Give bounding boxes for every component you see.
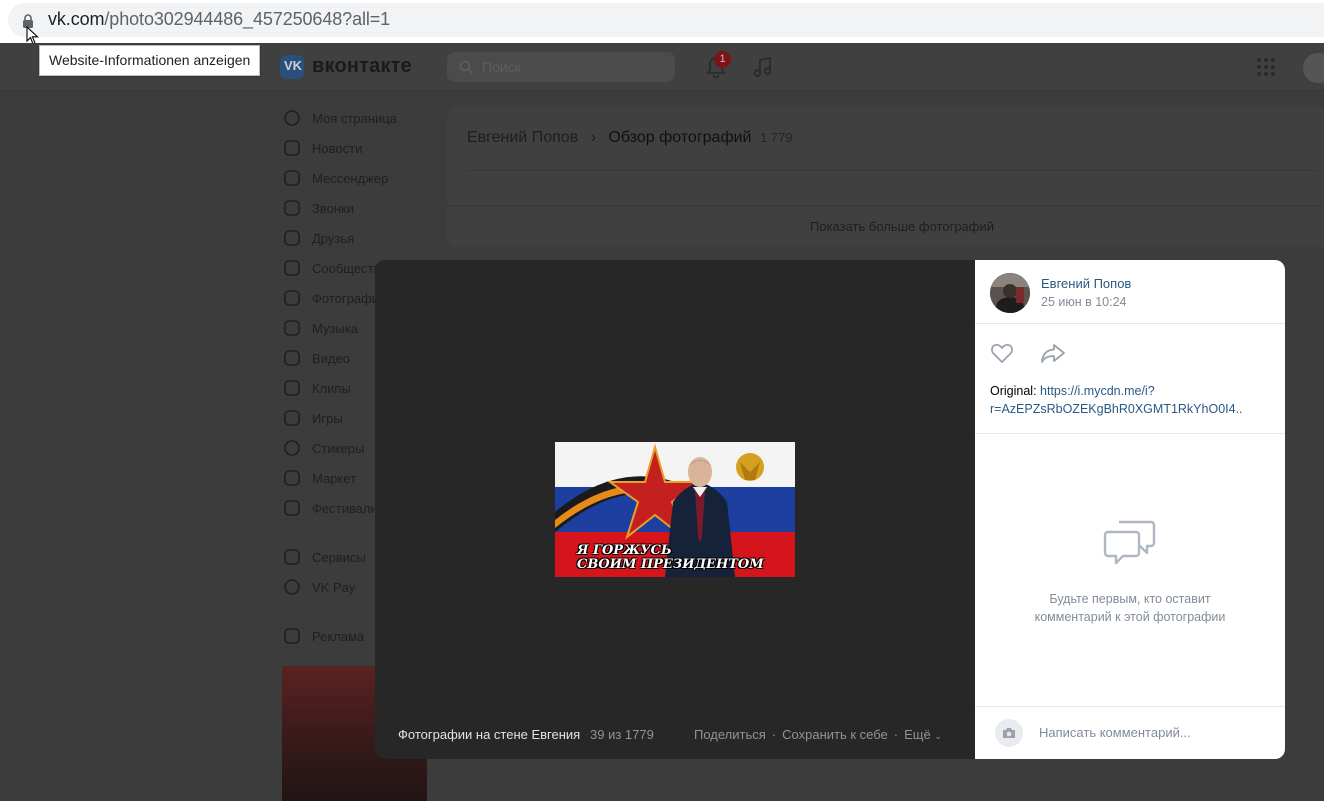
viewer-actions: Поделиться · Сохранить к себе · Ещё ⌄ <box>694 727 942 742</box>
photo-caption: Я ГОРЖУСЬ СВОИМ ПРЕЗИДЕНТОМ <box>577 544 764 572</box>
megaphone-icon <box>284 628 300 644</box>
phone-icon <box>284 200 300 216</box>
vk-logo-icon[interactable]: VK <box>280 55 304 79</box>
nav-item-label: Стикеры <box>312 441 365 456</box>
author-avatar-image <box>990 273 1030 313</box>
album-title[interactable]: Фотографии на стене Евгения <box>398 727 580 742</box>
save-button[interactable]: Сохранить к себе <box>782 727 888 742</box>
url-domain: vk.com <box>48 9 105 29</box>
music-icon <box>284 320 300 336</box>
author-name[interactable]: Евгений Попов <box>1041 276 1131 291</box>
breadcrumb: Евгений Попов › Обзор фотографий 1 779 <box>467 129 793 147</box>
heart-icon[interactable] <box>990 342 1014 364</box>
comments-empty-icon <box>1103 520 1156 565</box>
nav-item-label: Новости <box>312 141 363 156</box>
share-button[interactable]: Поделиться <box>694 727 766 742</box>
original-link[interactable]: https://i.mycdn.me/i? <box>1040 384 1155 398</box>
photo-viewer: Я ГОРЖУСЬ СВОИМ ПРЕЗИДЕНТОМ Фотографии н… <box>375 260 975 759</box>
apps-grid-icon[interactable] <box>1256 57 1276 77</box>
nav-item-4[interactable]: Друзья <box>282 223 442 253</box>
no-comments-line1: Будьте первым, кто оставит <box>1049 592 1211 606</box>
nav-item-label: Реклама <box>312 629 365 644</box>
ruble-icon <box>284 579 300 595</box>
no-comments-text: Будьте первым, кто оставит комментарий к… <box>975 590 1285 626</box>
grid-icon <box>284 549 300 565</box>
photo-count: 1 779 <box>759 130 793 145</box>
nav-item-label: Сервисы <box>312 550 366 565</box>
photo-position: 39 из 1779 <box>590 727 654 742</box>
nav-item-label: Мессенджер <box>312 171 389 186</box>
nav-item-label: Клипы <box>312 381 351 396</box>
original-link-text: Original: https://i.mycdn.me/i? r=AzEPZs… <box>990 382 1275 418</box>
nav-item-2[interactable]: Мессенджер <box>282 163 442 193</box>
gift-icon <box>284 500 300 516</box>
nav-item-label: Моя страница <box>312 111 397 126</box>
photo-side-panel: Евгений Попов 25 июн в 10:24 Original: h… <box>975 260 1285 759</box>
breadcrumb-section: Обзор фотографий <box>608 129 752 146</box>
nav-item-label: Музыка <box>312 321 358 336</box>
music-note-icon[interactable] <box>752 55 774 79</box>
nav-item-0[interactable]: Моя страница <box>282 103 442 133</box>
divider <box>975 706 1285 707</box>
original-link-continued[interactable]: r=AzEPZsRbOZEKgBhR0XGMT1RkYhO0I4.. <box>990 402 1243 416</box>
site-info-tooltip: Website-Informationen anzeigen <box>39 45 261 76</box>
friends-icon <box>284 230 300 246</box>
nav-item-1[interactable]: Новости <box>282 133 442 163</box>
share-arrow-icon[interactable] <box>1040 342 1066 364</box>
more-label: Ещё <box>904 727 931 742</box>
breadcrumb-separator-icon: › <box>590 129 596 146</box>
gamepad-icon <box>284 410 300 426</box>
original-label: Original: <box>990 384 1037 398</box>
photo-caption-line1: Я ГОРЖУСЬ <box>577 543 672 558</box>
nav-item-label: Видео <box>312 351 350 366</box>
video-icon <box>284 350 300 366</box>
search-icon <box>459 60 473 74</box>
post-date[interactable]: 25 июн в 10:24 <box>1041 295 1127 309</box>
divider <box>467 170 1317 171</box>
bag-icon <box>284 470 300 486</box>
groups-icon <box>284 260 300 276</box>
user-circle-icon <box>284 110 300 126</box>
divider <box>975 433 1285 434</box>
clips-icon <box>284 380 300 396</box>
vk-logo-text[interactable]: вконтакте <box>312 55 412 78</box>
attach-photo-button[interactable] <box>995 719 1023 747</box>
nav-item-label: Фестивали <box>312 501 378 516</box>
show-more-button[interactable]: Показать больше фотографий <box>447 219 1324 234</box>
author-avatar[interactable] <box>990 273 1030 313</box>
sticker-icon <box>284 440 300 456</box>
url-text[interactable]: vk.com/photo302944486_457250648?all=1 <box>48 9 390 30</box>
divider <box>975 323 1285 324</box>
no-comments-line2: комментарий к этой фотографии <box>1034 610 1226 624</box>
chat-bubble-icon <box>284 170 300 186</box>
breadcrumb-owner[interactable]: Евгений Попов <box>467 129 578 146</box>
nav-item-label: VK Pay <box>312 580 356 595</box>
browser-address-bar: vk.com/photo302944486_457250648?all=1 <box>0 0 1324 45</box>
photos-overview-card: Евгений Попов › Обзор фотографий 1 779 П… <box>447 107 1324 247</box>
comment-input[interactable]: Написать комментарий... <box>1039 725 1191 740</box>
nav-item-label: Маркет <box>312 471 357 486</box>
photo[interactable]: Я ГОРЖУСЬ СВОИМ ПРЕЗИДЕНТОМ <box>555 442 795 577</box>
more-button[interactable]: Ещё ⌄ <box>904 727 942 742</box>
nav-item-label: Звонки <box>312 201 354 216</box>
divider <box>447 205 1324 206</box>
search-placeholder: Поиск <box>482 59 521 75</box>
photo-icon <box>284 290 300 306</box>
nav-item-label: Игры <box>312 411 343 426</box>
notification-badge: 1 <box>714 51 731 68</box>
chevron-down-icon: ⌄ <box>934 731 942 741</box>
search-input[interactable]: Поиск <box>447 52 675 82</box>
separator-dot: · <box>893 727 899 742</box>
camera-icon <box>1003 728 1015 738</box>
url-path: /photo302944486_457250648?all=1 <box>104 9 391 29</box>
nav-item-label: Друзья <box>312 231 355 246</box>
news-icon <box>284 140 300 156</box>
profile-avatar[interactable] <box>1303 53 1324 83</box>
photo-caption-line2: СВОИМ ПРЕЗИДЕНТОМ <box>577 557 764 572</box>
separator-dot: · <box>771 727 777 742</box>
nav-item-3[interactable]: Звонки <box>282 193 442 223</box>
